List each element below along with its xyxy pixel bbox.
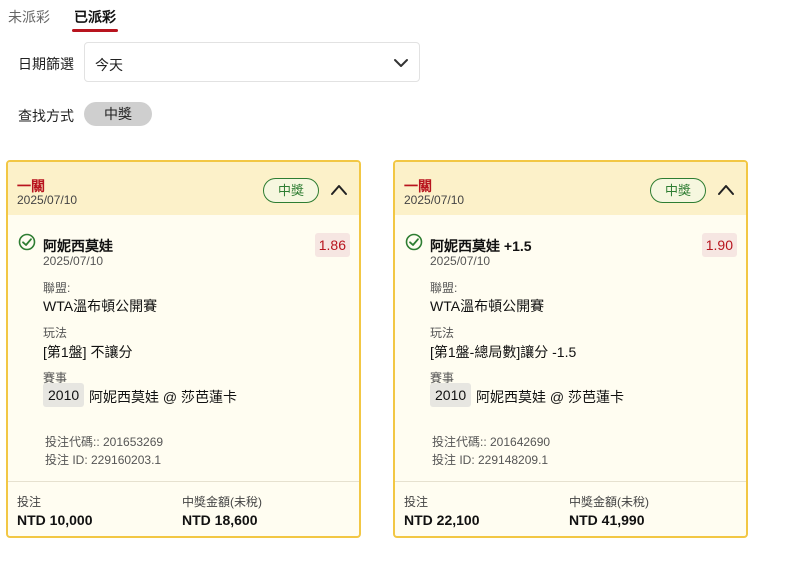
bet-id: 投注 ID: 229148209.1 — [432, 453, 549, 467]
event-name: 阿妮西莫娃 @ 莎芭蓮卡 — [476, 389, 624, 405]
bet-card: 一關 2025/07/10 中獎 阿妮西莫娃 2025/07/10 1.86 聯… — [6, 160, 361, 538]
date-filter-value: 今天 — [95, 57, 123, 73]
league-value: WTA溫布頓公開賽 — [430, 298, 545, 314]
bet-card-header[interactable]: 一關 2025/07/10 中獎 — [395, 162, 746, 215]
chevron-down-icon — [394, 59, 408, 67]
market-value: [第1盤-總局數]讓分 -1.5 — [430, 344, 577, 360]
divider — [395, 481, 746, 482]
tab-unsettled[interactable]: 未派彩 — [8, 6, 50, 32]
selection-name: 阿妮西莫娃 +1.5 — [430, 238, 532, 254]
bet-id: 投注 ID: 229160203.1 — [45, 453, 162, 467]
check-circle-icon — [405, 233, 423, 251]
stake-label: 投注 — [404, 495, 429, 509]
payout-label: 中獎金額(未稅) — [182, 495, 262, 509]
event-id: 2010 — [43, 383, 85, 407]
status-badge: 中獎 — [650, 178, 706, 203]
payout-label: 中獎金額(未稅) — [569, 495, 649, 509]
bet-card-header[interactable]: 一關 2025/07/10 中獎 — [8, 162, 359, 215]
selection-date: 2025/07/10 — [430, 254, 491, 268]
selection-date: 2025/07/10 — [43, 254, 104, 268]
chevron-up-icon[interactable] — [716, 180, 736, 200]
status-badge: 中獎 — [263, 178, 319, 203]
league-label: 聯盟: — [43, 281, 71, 295]
bet-date: 2025/07/10 — [404, 193, 465, 207]
selection-name: 阿妮西莫娃 — [43, 238, 113, 254]
payout-value: NTD 41,990 — [569, 512, 645, 528]
tab-bar: 未派彩 已派彩 — [8, 6, 140, 32]
date-filter-select[interactable]: 今天 — [84, 42, 420, 82]
event-name: 阿妮西莫娃 @ 莎芭蓮卡 — [89, 389, 237, 405]
date-filter-label: 日期篩選 — [18, 56, 74, 72]
stake-value: NTD 22,100 — [404, 512, 480, 528]
league-label: 聯盟: — [430, 281, 458, 295]
odds-badge: 1.90 — [701, 233, 737, 257]
stake-label: 投注 — [17, 495, 42, 509]
search-mode-label: 查找方式 — [18, 108, 74, 124]
odds-badge: 1.86 — [314, 233, 350, 257]
chevron-up-icon[interactable] — [329, 180, 349, 200]
divider — [8, 481, 359, 482]
bet-code: 投注代碼:: 201642690 — [432, 435, 551, 449]
check-circle-icon — [18, 233, 36, 251]
search-mode-pill[interactable]: 中獎 — [84, 102, 152, 126]
market-label: 玩法 — [43, 326, 68, 340]
league-value: WTA溫布頓公開賽 — [43, 298, 158, 314]
tab-settled[interactable]: 已派彩 — [72, 6, 118, 32]
payout-value: NTD 18,600 — [182, 512, 258, 528]
bet-code: 投注代碼:: 201653269 — [45, 435, 164, 449]
event-id: 2010 — [430, 383, 472, 407]
bet-card: 一關 2025/07/10 中獎 阿妮西莫娃 +1.5 2025/07/10 1… — [393, 160, 748, 538]
stake-value: NTD 10,000 — [17, 512, 93, 528]
market-label: 玩法 — [430, 326, 455, 340]
bet-date: 2025/07/10 — [17, 193, 78, 207]
market-value: [第1盤] 不讓分 — [43, 344, 133, 360]
